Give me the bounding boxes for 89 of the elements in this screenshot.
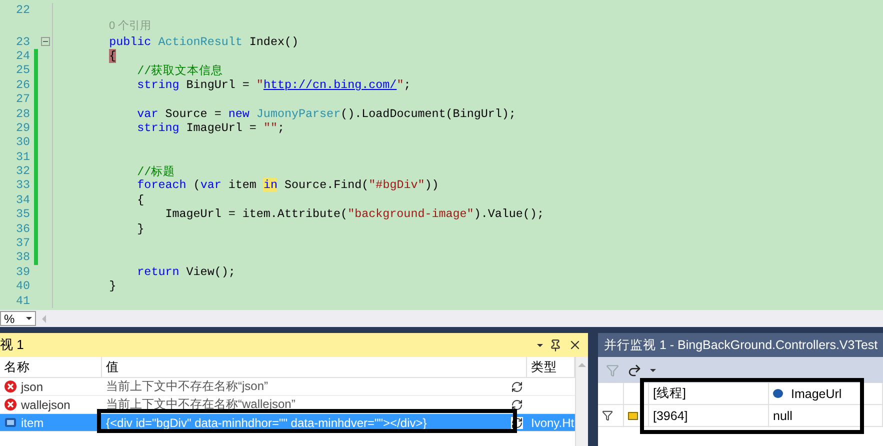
code-token: //获取文本信息 (137, 64, 224, 78)
code-token: } (137, 222, 144, 236)
code-token: item (227, 178, 258, 192)
line-number: 33 (14, 178, 30, 192)
code-token: new (228, 106, 250, 121)
code-token: //标题 (137, 164, 176, 179)
code-token: " (396, 78, 404, 92)
variable-name: item (21, 416, 44, 430)
code-token: { (109, 48, 116, 63)
code-token: ActionResult (158, 34, 242, 49)
column-header[interactable]: [线程] (649, 383, 769, 405)
zoom-combo[interactable]: % (0, 311, 36, 326)
code-token: "#bgDiv" (368, 178, 425, 192)
variable-icon (773, 389, 783, 398)
line-number: 25 (14, 63, 30, 78)
line-number: 37 (14, 236, 30, 250)
code-token: } (109, 279, 116, 294)
code-token: var (200, 178, 222, 192)
code-token: )) (424, 178, 439, 192)
code-token: return (137, 264, 180, 279)
flag-icon[interactable] (602, 410, 613, 421)
code-link[interactable]: http://cn.bing.com/ (263, 78, 397, 92)
error-icon (4, 398, 17, 411)
object-icon (4, 416, 17, 429)
refresh-icon[interactable] (511, 398, 523, 410)
dropdown-icon[interactable] (537, 344, 543, 346)
code-token: string (137, 78, 180, 92)
code-token: ImageUrl = (185, 120, 258, 135)
code-token: Source.Find( (283, 178, 369, 192)
line-number: 30 (14, 135, 30, 150)
refresh-icon[interactable] (511, 380, 523, 392)
line-number: 31 (14, 150, 30, 164)
line-number: 34 (14, 192, 30, 207)
code-token: JumonyParser (256, 106, 341, 121)
value-text: {<div id="bgDiv" data-minhdhor="" data-minhdver=""></div>} (106, 416, 427, 430)
code-token: "background-image" (348, 207, 474, 222)
code-token: ( (192, 178, 200, 192)
value-text: 当前上下文中不存在名称“wallejson” (106, 396, 296, 413)
code-token: ; (404, 78, 411, 92)
caret-icon[interactable] (650, 368, 656, 372)
watch-row[interactable]: wallejson (0, 396, 102, 414)
close-icon[interactable] (568, 338, 582, 352)
panel-title: 视 1 (0, 336, 25, 354)
value-text: 当前上下文中不存在名称“json” (106, 378, 268, 395)
line-number: 26 (14, 78, 30, 92)
code-token: foreach (137, 178, 186, 192)
line-number: 27 (14, 92, 30, 106)
line-number: 40 (14, 279, 30, 294)
code-token: " (256, 78, 264, 92)
panel-title: 并行监视 1 - BingBackGround.Controllers.V3Test (604, 336, 878, 354)
code-token: ImageUrl = item.Attribute( (165, 207, 348, 222)
code-token: Index() (248, 34, 298, 49)
line-number: 22 (14, 3, 30, 18)
line-number: 41 (14, 294, 30, 308)
code-token: ().LoadDocument(BingUrl); (340, 106, 516, 121)
vertical-scrollbar[interactable] (575, 357, 588, 446)
redo-icon[interactable] (627, 362, 642, 378)
type-text: Ivony.Ht (531, 416, 574, 430)
code-token: { (137, 192, 144, 207)
current-thread-marker (628, 412, 638, 420)
variable-name: json (21, 380, 44, 394)
code-token: ).Value(); (474, 207, 544, 222)
code-token: public (109, 34, 152, 49)
error-icon (4, 380, 17, 393)
code-token: var (137, 106, 158, 121)
collapse-icon[interactable] (40, 37, 50, 46)
watch-row[interactable]: json (0, 378, 102, 396)
code-token: in (263, 178, 278, 192)
pin-icon[interactable] (549, 338, 562, 352)
line-number: 29 (14, 120, 30, 135)
thread-cell: [3964] (649, 405, 769, 427)
line-number: 35 (14, 207, 30, 222)
line-number: 39 (14, 264, 30, 279)
variable-name: wallejson (21, 398, 70, 412)
code-token: Source = (164, 106, 222, 121)
code-token: BingUrl = (185, 78, 250, 92)
line-number: 32 (14, 164, 30, 178)
line-number: 24 (14, 48, 30, 63)
line-number: 36 (14, 222, 30, 236)
line-number: 28 (14, 106, 30, 121)
column-header[interactable]: ImageUrl (769, 383, 883, 405)
code-token: ; (277, 120, 284, 135)
line-number: 23 (14, 34, 30, 49)
code-token: View(); (185, 264, 236, 279)
value-cell: null (769, 405, 883, 427)
code-token: "" (263, 120, 278, 135)
code-token: string (137, 120, 180, 135)
caret-icon (26, 317, 32, 320)
line-number: 38 (14, 250, 30, 264)
